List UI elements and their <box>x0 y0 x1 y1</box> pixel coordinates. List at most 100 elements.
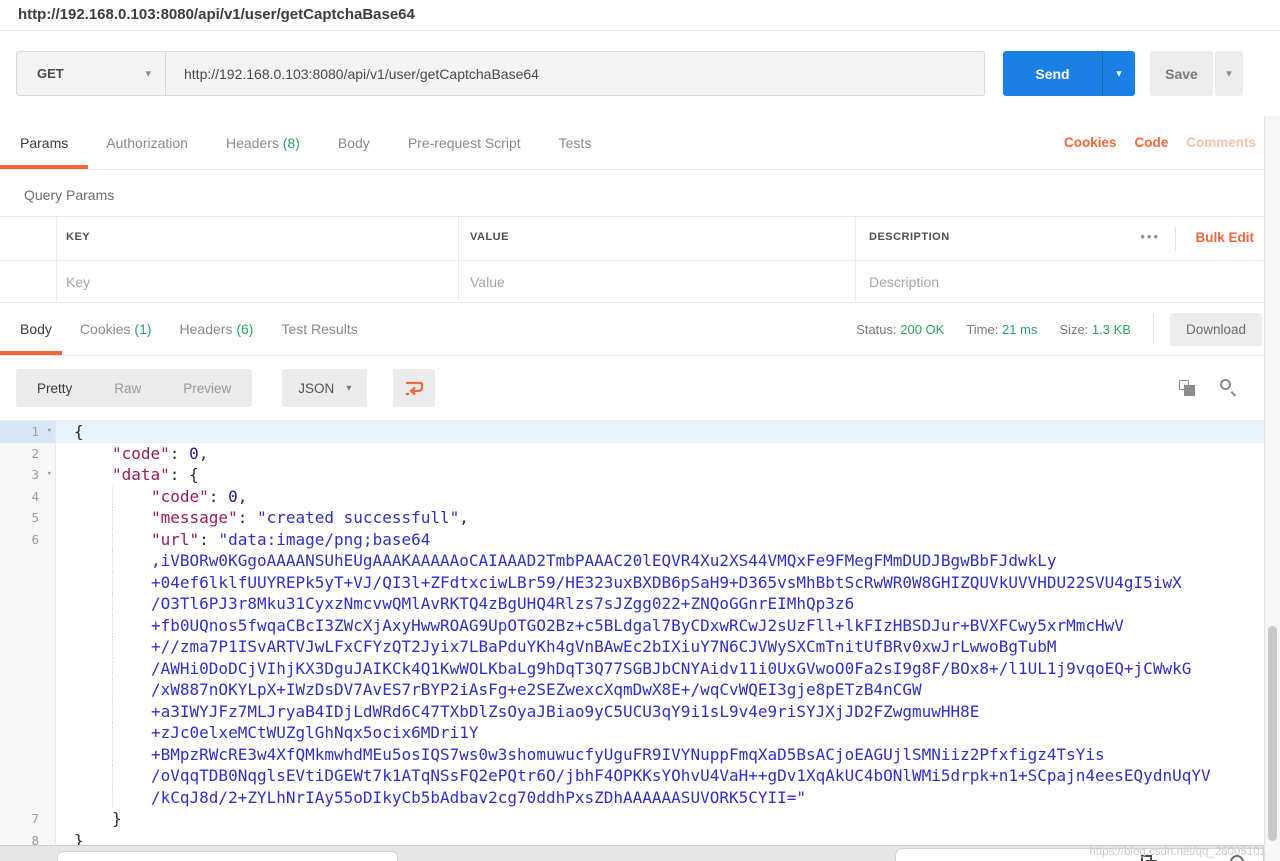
line-number <box>0 765 56 787</box>
tab-response-body[interactable]: Body <box>20 321 52 337</box>
wrap-text-button[interactable] <box>393 369 435 407</box>
time-badge: Time: 21 ms <box>966 322 1037 337</box>
request-title-bar: http://192.168.0.103:8080/api/v1/user/ge… <box>0 0 1280 31</box>
view-mode-raw[interactable]: Raw <box>93 381 162 396</box>
code-line: 4"code": 0, <box>0 486 1264 508</box>
code-line: +a3IWYJFz7MLJryaB4IDjLdWRd6C47TXbDlZsOya… <box>0 701 1264 723</box>
code-line-content: } <box>56 808 1264 830</box>
response-body-json: 1▾{2"code": 0,3▾"data": {4"code": 0,5"me… <box>0 421 1264 845</box>
line-number: 1▾ <box>0 421 56 443</box>
code-line: 3▾"data": { <box>0 464 1264 486</box>
save-button[interactable]: Save <box>1150 51 1213 96</box>
code-line-content: "message": "created successfull", <box>56 507 1264 529</box>
response-view-bar: Pretty Raw Preview JSON ▾ <box>0 356 1264 420</box>
tab-response-cookies[interactable]: Cookies (1) <box>80 321 152 337</box>
code-line: 8} <box>0 830 1264 846</box>
search-icon[interactable] <box>1220 379 1238 397</box>
tab-params[interactable]: Params <box>20 135 68 151</box>
method-select[interactable]: GET ▾ <box>17 52 166 95</box>
line-number <box>0 593 56 615</box>
code-line: +fb0UQnos5fwqaCBcI3ZWcXjAxyHwwROAG9UpOTG… <box>0 615 1264 637</box>
code-line-content: /xW887nOKYLpX+IWzDsDV7AvES7rBYP2iAsFg+e2… <box>56 679 1264 701</box>
watermark-text: https://blog.csdn.net/qq_26005101 <box>1090 846 1266 858</box>
line-number <box>0 658 56 680</box>
url-box: GET ▾ <box>16 51 985 96</box>
line-number: 8 <box>0 830 56 846</box>
bulk-edit-link[interactable]: Bulk Edit <box>1195 230 1254 245</box>
cookies-link[interactable]: Cookies <box>1064 135 1117 150</box>
line-number: 2 <box>0 443 56 465</box>
tab-response-headers[interactable]: Headers (6) <box>180 321 254 337</box>
code-line-content: ,iVBORw0KGgoAAAANSUhEUgAAAKAAAAAoCAIAAAD… <box>56 550 1264 572</box>
line-number: 5 <box>0 507 56 529</box>
fold-toggle-icon[interactable]: ▾ <box>47 421 52 443</box>
indent-guide <box>112 636 113 658</box>
indent-guide <box>112 679 113 701</box>
tab-headers[interactable]: Headers (8) <box>226 135 300 151</box>
copy-icon[interactable] <box>1179 380 1196 397</box>
line-number <box>0 744 56 766</box>
indent-guide <box>112 701 113 723</box>
response-body-viewer: 1▾{2"code": 0,3▾"data": {4"code": 0,5"me… <box>0 420 1264 845</box>
tab-tests[interactable]: Tests <box>559 135 592 151</box>
code-line-content: /kCqJ8d/2+ZYLhNrIAy55oDIkyCb5bAdbav2cg70… <box>56 787 1264 809</box>
indent-guide <box>112 722 113 744</box>
tab-body[interactable]: Body <box>338 135 370 151</box>
code-line: 1▾{ <box>0 421 1264 443</box>
save-button-group: Save ▾ <box>1150 51 1243 96</box>
tab-prerequest-script[interactable]: Pre-request Script <box>408 135 521 151</box>
scrollbar-track[interactable] <box>1264 116 1280 861</box>
response-tabs: Body Cookies (1) Headers (6) Test Result… <box>0 303 1280 356</box>
query-params-header-row: KEY VALUE DESCRIPTION ••• Bulk Edit <box>0 217 1280 261</box>
column-header-value: VALUE <box>470 231 509 243</box>
indent-guide <box>112 572 113 594</box>
param-key-input[interactable] <box>66 267 446 297</box>
scrollbar-thumb[interactable] <box>1268 626 1277 841</box>
indent-guide <box>112 765 113 787</box>
column-header-key: KEY <box>66 231 90 243</box>
divider <box>1153 314 1154 344</box>
params-menu-button[interactable]: ••• <box>1140 229 1160 244</box>
format-label: JSON <box>298 381 334 396</box>
size-badge: Size: 1.3 KB <box>1059 322 1131 337</box>
param-value-input[interactable] <box>470 267 840 297</box>
code-line: 5"message": "created successfull", <box>0 507 1264 529</box>
code-link[interactable]: Code <box>1134 135 1168 150</box>
code-line: 2"code": 0, <box>0 443 1264 465</box>
line-number <box>0 679 56 701</box>
code-line: /oVqqTDB0NqglsEVtiDGEWt7k1ATqNSsFQ2ePQtr… <box>0 765 1264 787</box>
tab-authorization[interactable]: Authorization <box>106 135 188 151</box>
comments-link[interactable]: Comments <box>1186 135 1256 150</box>
line-number <box>0 787 56 809</box>
code-line-content: +04ef6lklfUUYREPk5yT+VJ/QI3l+ZFdtxciwLBr… <box>56 572 1264 594</box>
line-number: 7 <box>0 808 56 830</box>
code-line-content: /AWHi0DoDCjVIhjKX3DguJAIKCk4Q1KwWOLKbaLg… <box>56 658 1264 680</box>
fold-toggle-icon[interactable]: ▾ <box>47 464 52 486</box>
view-mode-pretty[interactable]: Pretty <box>16 381 93 396</box>
cookies-count-badge: (1) <box>134 321 151 337</box>
request-builder: GET ▾ Send ▾ Save ▾ <box>0 31 1280 116</box>
code-line-content: +zJc0elxeMCtWUZglGhNqx5ocix6MDri1Y <box>56 722 1264 744</box>
active-tab-underline <box>0 165 88 169</box>
format-select[interactable]: JSON ▾ <box>282 369 367 407</box>
code-line: +BMpzRWcRE3w4XfQMkmwhdMEu5osIQS7ws0w3sho… <box>0 744 1264 766</box>
line-number <box>0 550 56 572</box>
download-button[interactable]: Download <box>1170 313 1262 346</box>
response-headers-count-badge: (6) <box>236 321 253 337</box>
code-line: /O3Tl6PJ3r8Mku31CyxzNmcvwQMlAvRKTQ4zBgUH… <box>0 593 1264 615</box>
line-number: 6 <box>0 529 56 551</box>
send-options-button[interactable]: ▾ <box>1102 51 1135 96</box>
param-description-input[interactable] <box>869 267 1199 297</box>
save-options-button[interactable]: ▾ <box>1215 51 1243 96</box>
send-button[interactable]: Send <box>1003 51 1102 96</box>
view-mode-preview[interactable]: Preview <box>162 381 252 396</box>
code-line-content: } <box>56 830 1264 846</box>
active-tab-underline <box>0 351 62 355</box>
url-input[interactable] <box>166 52 984 95</box>
tab-test-results[interactable]: Test Results <box>281 321 357 337</box>
code-line: /AWHi0DoDCjVIhjKX3DguJAIKCk4Q1KwWOLKbaLg… <box>0 658 1264 680</box>
chevron-down-icon: ▾ <box>145 67 151 80</box>
wrap-text-icon <box>404 380 424 397</box>
line-number: 3▾ <box>0 464 56 486</box>
indent-guide <box>112 658 113 680</box>
